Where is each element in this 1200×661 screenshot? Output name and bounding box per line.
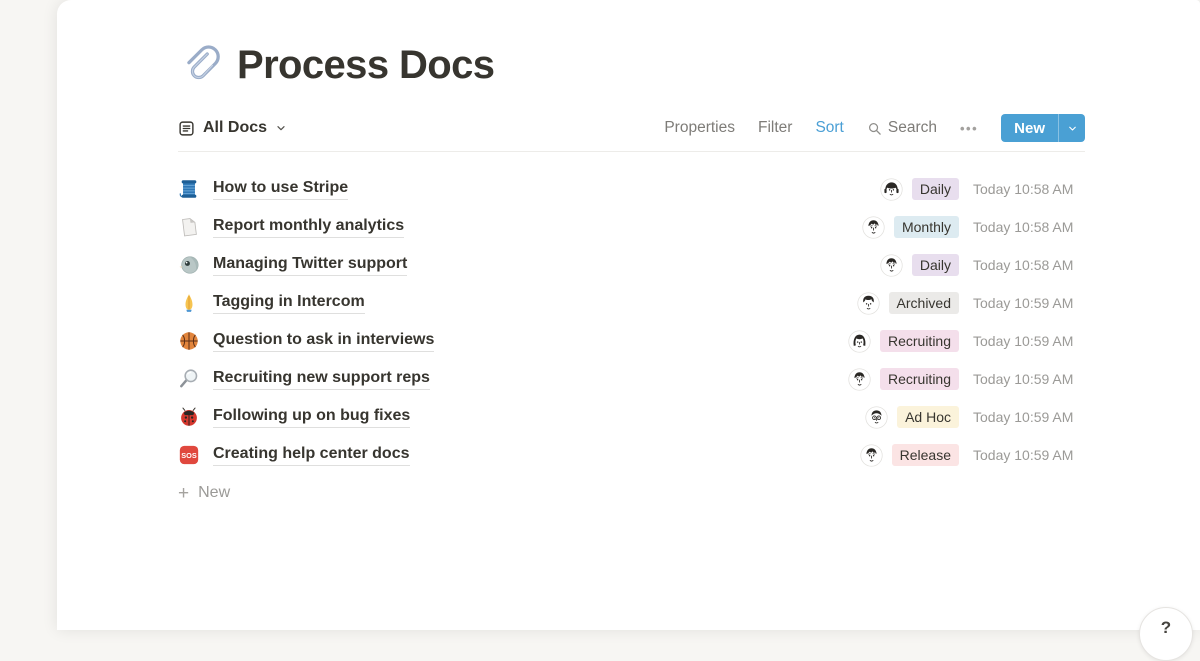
doc-title-link[interactable]: Creating help center docs: [213, 445, 410, 466]
new-button[interactable]: New: [1001, 114, 1058, 142]
properties-button[interactable]: Properties: [664, 119, 735, 137]
add-new-doc-button[interactable]: + New: [178, 474, 1085, 512]
help-button[interactable]: ?: [1139, 607, 1193, 661]
basketball-icon: [178, 330, 200, 352]
tag-badge: Daily: [912, 254, 959, 276]
page-header: Process Docs: [178, 42, 1085, 88]
row-timestamp: Today 10:58 AM: [973, 257, 1085, 273]
doc-title-link[interactable]: Question to ask in interviews: [213, 331, 434, 352]
doc-list: How to use Stripe Daily Today 10:58 AM R…: [178, 170, 1085, 474]
tag-badge: Ad Hoc: [897, 406, 959, 428]
sort-button[interactable]: Sort: [815, 119, 843, 137]
row-timestamp: Today 10:58 AM: [973, 181, 1085, 197]
new-row-label: New: [198, 484, 230, 502]
search-icon: [867, 121, 882, 136]
paperclip-icon[interactable]: [178, 42, 224, 88]
doc-title-link[interactable]: Recruiting new support reps: [213, 369, 430, 390]
sos-icon: [178, 444, 200, 466]
row-properties: Recruiting Today 10:59 AM: [848, 368, 1085, 391]
row-properties: Release Today 10:59 AM: [860, 444, 1085, 467]
table-row: Report monthly analytics Monthly Today 1…: [178, 208, 1085, 246]
row-properties: Daily Today 10:58 AM: [880, 178, 1085, 201]
praying-hands-icon: [178, 292, 200, 314]
tag-badge: Monthly: [894, 216, 959, 238]
toolbar-divider: [178, 151, 1085, 152]
search-button[interactable]: Search: [867, 119, 937, 137]
row-timestamp: Today 10:59 AM: [973, 371, 1085, 387]
doc-title-link[interactable]: Report monthly analytics: [213, 217, 404, 238]
magnifying-glass-icon: [178, 368, 200, 390]
table-row: Following up on bug fixes Ad Hoc Today 1…: [178, 398, 1085, 436]
table-row: Tagging in Intercom Archived Today 10:59…: [178, 284, 1085, 322]
avatar: [848, 330, 871, 353]
row-timestamp: Today 10:59 AM: [973, 409, 1085, 425]
toolbar: Properties Filter Sort Search ••• New: [664, 114, 1085, 142]
view-bar: All Docs Properties Filter Sort Search •…: [178, 112, 1085, 144]
new-dropdown-button[interactable]: [1058, 114, 1085, 142]
row-properties: Monthly Today 10:58 AM: [862, 216, 1085, 239]
search-label: Search: [888, 119, 937, 137]
avatar: [862, 216, 885, 239]
row-timestamp: Today 10:59 AM: [973, 447, 1085, 463]
table-row: Question to ask in interviews Recruiting…: [178, 322, 1085, 360]
row-properties: Daily Today 10:58 AM: [880, 254, 1085, 277]
page-title: Process Docs: [237, 43, 494, 88]
more-options-button[interactable]: •••: [960, 121, 978, 136]
row-timestamp: Today 10:58 AM: [973, 219, 1085, 235]
current-view-label: All Docs: [203, 119, 267, 137]
chevron-down-icon: [275, 122, 287, 134]
tag-badge: Recruiting: [880, 330, 959, 352]
avatar: [880, 178, 903, 201]
table-row: Managing Twitter support Daily Today 10:…: [178, 246, 1085, 284]
doc-title-link[interactable]: Tagging in Intercom: [213, 293, 365, 314]
chevron-down-icon: [1067, 123, 1078, 134]
avatar: [880, 254, 903, 277]
table-row: Recruiting new support reps Recruiting T…: [178, 360, 1085, 398]
avatar: [860, 444, 883, 467]
doc-title-link[interactable]: Following up on bug fixes: [213, 407, 410, 428]
table-row: Creating help center docs Release Today …: [178, 436, 1085, 474]
tag-badge: Release: [892, 444, 959, 466]
row-properties: Recruiting Today 10:59 AM: [848, 330, 1085, 353]
doc-title-link[interactable]: How to use Stripe: [213, 179, 348, 200]
view-switcher-all-docs[interactable]: All Docs: [178, 119, 287, 137]
row-properties: Ad Hoc Today 10:59 AM: [865, 406, 1085, 429]
tag-badge: Daily: [912, 178, 959, 200]
filter-button[interactable]: Filter: [758, 119, 792, 137]
bird-icon: [178, 254, 200, 276]
page-curl-icon: [178, 216, 200, 238]
help-button-label: ?: [1161, 618, 1171, 660]
doc-title-link[interactable]: Managing Twitter support: [213, 255, 407, 276]
plus-icon: +: [178, 484, 189, 503]
table-row: How to use Stripe Daily Today 10:58 AM: [178, 170, 1085, 208]
new-button-group: New: [1001, 114, 1085, 142]
avatar: [865, 406, 888, 429]
list-view-icon: [178, 120, 195, 137]
thread-spool-icon: [178, 178, 200, 200]
tag-badge: Recruiting: [880, 368, 959, 390]
lady-beetle-icon: [178, 406, 200, 428]
row-timestamp: Today 10:59 AM: [973, 333, 1085, 349]
avatar: [857, 292, 880, 315]
row-properties: Archived Today 10:59 AM: [857, 292, 1085, 315]
avatar: [848, 368, 871, 391]
page-card: Process Docs All Docs Properties Filter …: [57, 0, 1200, 630]
row-timestamp: Today 10:59 AM: [973, 295, 1085, 311]
tag-badge: Archived: [889, 292, 959, 314]
